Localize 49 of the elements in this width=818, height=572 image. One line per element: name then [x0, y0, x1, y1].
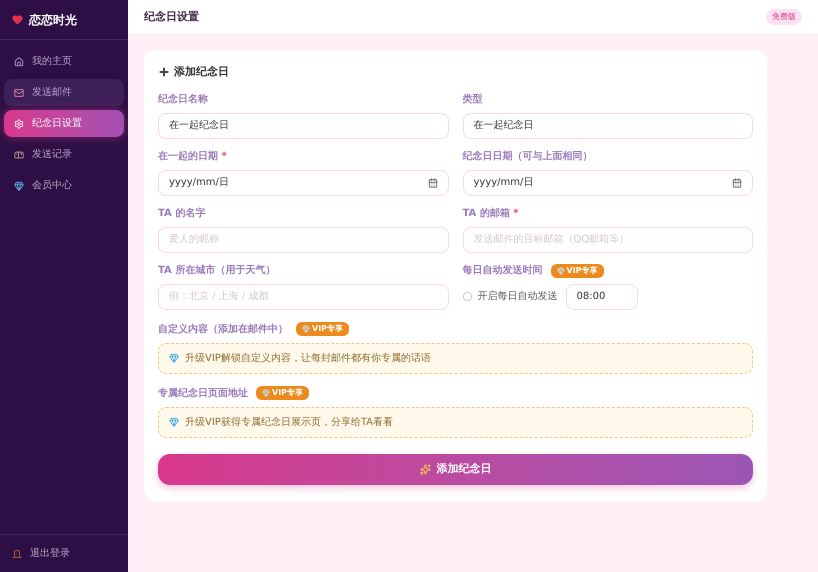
sidebar-item[interactable]: 会员中心 [4, 172, 124, 199]
gem-icon [169, 353, 179, 363]
field-label: TA 所在城市（用于天气） [158, 263, 276, 278]
plus-icon [158, 66, 170, 78]
field-label: 纪念日日期（可与上面相同） [462, 150, 592, 164]
gem-icon [262, 389, 270, 397]
vip-badge: VIP专享 [256, 386, 310, 400]
checkbox-label: 开启每日自动发送 [478, 290, 558, 304]
gem-icon [169, 417, 179, 427]
gem-icon [302, 325, 310, 333]
add-anniversary-button[interactable]: 添加纪念日 [158, 454, 753, 484]
plan-badge: 免费版 [766, 9, 802, 25]
field-label: 每日自动发送时间 [462, 264, 542, 278]
gem-icon [14, 180, 24, 190]
sidebar-item[interactable]: 发送邮件 [4, 79, 124, 106]
vip-badge: VIP专享 [550, 264, 604, 278]
date-field[interactable]: yyyy/mm/日 [462, 170, 753, 196]
vip-notice: 升级VIP获得专属纪念日展示页，分享给TA看看 [158, 406, 753, 438]
field-label: 自定义内容（添加在邮件中） [158, 322, 288, 336]
field-label: 类型 [462, 92, 482, 107]
sidebar-item[interactable]: 发送记录 [4, 141, 124, 168]
checkbox[interactable] [462, 292, 472, 301]
vip-badge: VIP专享 [296, 322, 350, 336]
mailbox-icon [14, 150, 24, 160]
gear-icon [14, 118, 24, 128]
envelope-icon [14, 88, 24, 98]
heart-icon [12, 14, 23, 25]
page-title: 纪念日设置 [144, 8, 199, 25]
home-icon [14, 56, 24, 66]
field-label: 纪念日名称 [158, 92, 208, 107]
sparkle-icon [420, 464, 430, 474]
field-label: TA 的邮箱 * [462, 206, 518, 221]
gem-icon [556, 266, 564, 274]
time-field[interactable]: 08:00 [566, 284, 638, 310]
field-label: TA 的名字 [158, 206, 206, 221]
logout-link[interactable]: 退出登录 [30, 546, 70, 561]
form-title: 添加纪念日 [174, 64, 229, 80]
sidebar-item[interactable]: 纪念日设置 [4, 110, 124, 137]
field-label: 在一起的日期 * [158, 150, 227, 164]
date-field[interactable]: yyyy/mm/日 [158, 170, 448, 196]
field-label: 专属纪念日页面地址 [158, 386, 248, 400]
sidebar-item[interactable]: 我的主页 [4, 48, 124, 75]
input-field[interactable]: 在一起纪念日 [158, 112, 448, 138]
calendar-icon [428, 178, 438, 188]
calendar-icon [732, 178, 742, 188]
door-icon [12, 548, 22, 558]
vip-notice: 升级VIP解锁自定义内容，让每封邮件都有你专属的话语 [158, 342, 753, 374]
input-field[interactable]: 在一起纪念日 [462, 112, 753, 138]
app-logo: 恋恋时光 [29, 12, 77, 28]
